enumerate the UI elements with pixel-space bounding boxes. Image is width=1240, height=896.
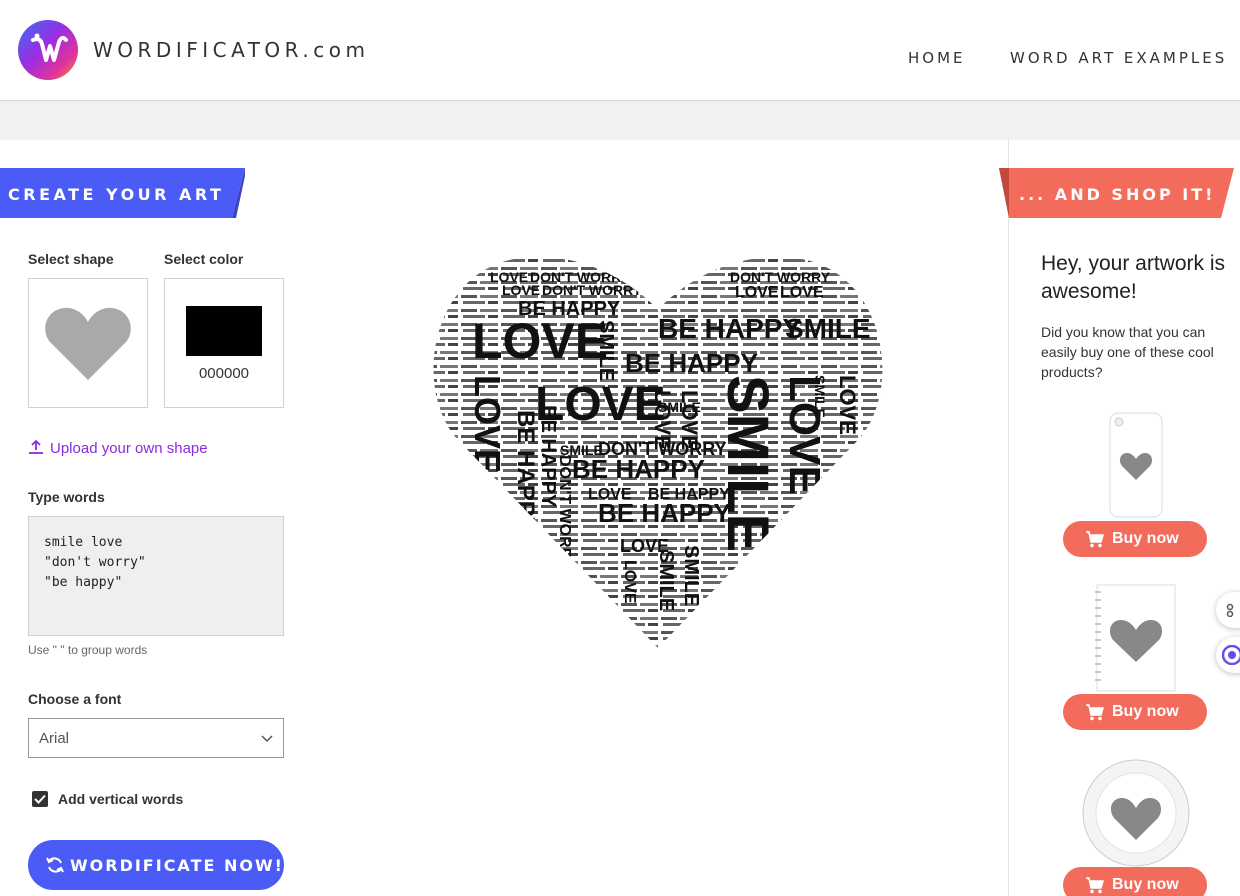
assistant-icon <box>1222 645 1240 665</box>
shop-description: Did you know that you can easily buy one… <box>1041 324 1214 380</box>
art-word: SMILE <box>655 550 677 611</box>
cart-icon <box>1086 877 1104 894</box>
art-word: DON'T WORRY <box>542 282 643 298</box>
vertical-words-checkbox[interactable] <box>32 791 48 807</box>
plate-product-image[interactable] <box>1081 758 1191 868</box>
create-panel: CREATE YOUR ART Select shape Select colo… <box>0 140 300 896</box>
group-words-hint: Use " " to group words <box>28 643 148 657</box>
notebook-product-image[interactable] <box>1093 584 1177 692</box>
art-word: SMILE <box>595 320 617 381</box>
art-word: LOVE <box>780 284 824 301</box>
shape-selector[interactable] <box>28 278 148 408</box>
create-banner-title: CREATE YOUR ART <box>8 185 225 204</box>
cart-icon <box>1086 531 1104 548</box>
art-word: SMILE <box>812 375 828 418</box>
vertical-words-label: Add vertical words <box>58 791 184 807</box>
art-word: LOVE <box>502 282 540 298</box>
art-word: BE HAPPY <box>572 454 705 484</box>
art-word: BE HAPPY <box>537 405 559 508</box>
refresh-icon <box>46 857 64 873</box>
word-art-heart: LOVE LOVE BE HAPPY SMILE BE HAPPY BE HAP… <box>433 256 883 648</box>
art-word: BE HAPPY <box>625 348 758 378</box>
color-swatch <box>186 306 262 356</box>
shop-banner-title: ... AND SHOP IT! <box>1019 185 1216 204</box>
art-word: DON'T WORRY <box>556 455 573 570</box>
wordificate-now-button[interactable]: WORDIFICATE NOW! <box>28 840 284 890</box>
font-select-value: Arial <box>39 730 70 747</box>
font-select[interactable]: Arial <box>28 718 284 758</box>
checkmark-icon <box>34 794 46 804</box>
heart-icon <box>45 307 131 380</box>
upload-icon <box>29 439 43 454</box>
art-word: SMILE <box>680 545 702 606</box>
art-word: LOVE <box>677 390 702 450</box>
logo-text[interactable]: WORDIFICATOR.com <box>93 38 369 62</box>
gray-band <box>0 101 1240 140</box>
buy-now-phone-case-button[interactable]: Buy now <box>1063 521 1207 557</box>
buy-now-label: Buy now <box>1112 530 1179 547</box>
nav-home[interactable]: HOME <box>908 49 966 67</box>
art-word: LOVE <box>588 486 632 503</box>
type-words-label: Type words <box>28 489 105 505</box>
site-header: WORDIFICATOR.com HOME WORD ART EXAMPLES <box>0 0 1240 101</box>
art-word: BE HAPPY <box>518 298 621 320</box>
art-word: BE HAPPY <box>512 410 539 533</box>
color-selector[interactable]: 000000 <box>164 278 284 408</box>
buy-now-label: Buy now <box>1112 703 1179 720</box>
art-word: LOVE <box>650 390 675 450</box>
art-word: SMILE <box>785 313 871 344</box>
art-word: LOVE <box>835 375 860 435</box>
art-word: LOVE <box>735 284 779 301</box>
art-word: LOVE <box>472 313 608 369</box>
upload-shape-label: Upload your own shape <box>50 440 208 457</box>
phone-case-product-image[interactable] <box>1109 412 1163 518</box>
art-word: LOVE <box>467 375 508 473</box>
chevron-down-icon <box>261 735 273 743</box>
buy-now-notebook-button[interactable]: Buy now <box>1063 694 1207 730</box>
upload-shape-link[interactable]: Upload your own shape <box>28 439 208 457</box>
buy-now-plate-button[interactable]: Buy now <box>1063 867 1207 896</box>
choose-font-label: Choose a font <box>28 691 122 707</box>
art-word: LOVE <box>621 560 638 604</box>
shop-panel: ... AND SHOP IT! Hey, your artwork is aw… <box>999 140 1240 896</box>
wordificator-logo-icon[interactable] <box>18 20 78 80</box>
color-hex-value: 000000 <box>198 365 250 382</box>
art-word: DON'T WORRY <box>730 269 831 285</box>
wordificate-now-label: WORDIFICATE NOW! <box>70 856 284 875</box>
select-color-label: Select color <box>164 251 244 267</box>
nav-word-art-examples[interactable]: WORD ART EXAMPLES <box>1010 49 1227 67</box>
cart-icon <box>1086 704 1104 721</box>
art-word: BE HAPPY <box>658 313 801 344</box>
select-shape-label: Select shape <box>28 251 114 267</box>
words-textarea[interactable]: smile love "don't worry" "be happy" <box>28 516 284 636</box>
shop-headline: Hey, your artwork is awesome! <box>1041 252 1225 303</box>
share-icon <box>1226 603 1234 617</box>
art-word: SMILE <box>715 375 780 552</box>
buy-now-label: Buy now <box>1112 876 1179 893</box>
